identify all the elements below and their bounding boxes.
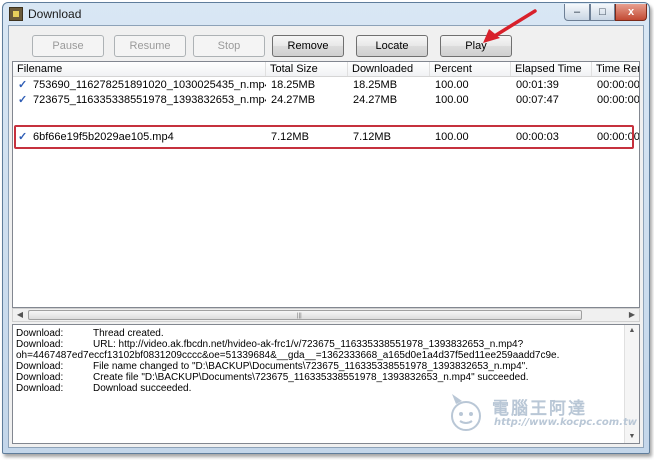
log-message: Create file "D:\BACKUP\Documents\723675_… <box>93 372 529 383</box>
client-area: Pause Resume Stop Remove Locate Play Fil… <box>8 25 644 448</box>
log-source: Download: <box>16 372 64 383</box>
locate-button[interactable]: Locate <box>356 35 428 57</box>
resume-button[interactable]: Resume <box>114 35 186 57</box>
log-source: Download: <box>16 361 64 372</box>
list-header: Filename Total Size Downloaded Percent E… <box>13 62 639 77</box>
highlight-annotation-box <box>14 125 634 149</box>
column-time-remaining[interactable]: Time Remaining <box>592 62 639 76</box>
download-list[interactable]: Filename Total Size Downloaded Percent E… <box>12 61 640 308</box>
cell-filename: 753690_116278251891020_1030025435_n.mp4 <box>33 79 266 91</box>
cell-total-size: 18.25MB <box>271 79 316 91</box>
check-icon: ✓ <box>18 79 28 91</box>
window-title: Download <box>28 7 82 21</box>
scroll-down-arrow-icon[interactable]: ▼ <box>625 431 639 443</box>
app-icon <box>9 7 23 21</box>
table-row[interactable]: ✓ 753690_116278251891020_1030025435_n.mp… <box>13 78 640 93</box>
cell-elapsed: 00:07:47 <box>516 94 559 106</box>
check-icon: ✓ <box>18 94 28 106</box>
vertical-scrollbar[interactable]: ▲ ▼ <box>624 325 639 443</box>
grip-icon: ||| <box>297 313 302 319</box>
title-bar[interactable]: Download – □ x <box>3 3 649 25</box>
column-total-size[interactable]: Total Size <box>266 62 348 76</box>
log-source: Download: <box>16 328 64 339</box>
log-message: URL: http://video.ak.fbcdn.net/hvideo-ak… <box>93 339 524 350</box>
cell-remaining: 00:00:00 <box>597 79 640 91</box>
column-downloaded[interactable]: Downloaded <box>348 62 430 76</box>
close-button[interactable]: x <box>615 4 647 21</box>
scrollbar-thumb[interactable]: ||| <box>28 310 582 320</box>
stop-button[interactable]: Stop <box>193 35 265 57</box>
log-message: oh=4467487ed7eccf13102bf0831209cccc&oe=5… <box>16 350 560 361</box>
column-percent[interactable]: Percent <box>430 62 511 76</box>
log-message: Thread created. <box>93 328 164 339</box>
column-filename[interactable]: Filename <box>13 62 266 76</box>
log-message: Download succeeded. <box>93 383 192 394</box>
log-message: File name changed to "D:\BACKUP\Document… <box>93 361 529 372</box>
cell-remaining: 00:00:00 <box>597 94 640 106</box>
cell-filename: 723675_116335338551978_1393832653_n.mp4 <box>33 94 266 106</box>
scroll-up-arrow-icon[interactable]: ▲ <box>625 325 639 337</box>
cell-percent: 100.00 <box>435 94 469 106</box>
log-source: Download: <box>16 383 64 394</box>
log-source: Download: <box>16 339 64 350</box>
pause-button[interactable]: Pause <box>32 35 104 57</box>
column-elapsed-time[interactable]: Elapsed Time <box>511 62 592 76</box>
cell-elapsed: 00:01:39 <box>516 79 559 91</box>
play-button[interactable]: Play <box>440 35 512 57</box>
remove-button[interactable]: Remove <box>272 35 344 57</box>
cell-downloaded: 24.27MB <box>353 94 398 106</box>
cell-downloaded: 18.25MB <box>353 79 398 91</box>
minimize-button[interactable]: – <box>564 4 590 21</box>
table-row[interactable]: ✓ 723675_116335338551978_1393832653_n.mp… <box>13 93 640 108</box>
cell-total-size: 24.27MB <box>271 94 316 106</box>
maximize-button[interactable]: □ <box>590 4 615 21</box>
horizontal-scrollbar[interactable]: ◀ ||| ▶ <box>12 308 640 322</box>
log-panel[interactable]: Download: Thread created. Download: URL:… <box>12 324 640 444</box>
scroll-left-arrow-icon[interactable]: ◀ <box>13 309 27 321</box>
scroll-right-arrow-icon[interactable]: ▶ <box>625 309 639 321</box>
download-window: Download – □ x Pause Resume Stop Remove … <box>2 2 650 454</box>
cell-percent: 100.00 <box>435 79 469 91</box>
